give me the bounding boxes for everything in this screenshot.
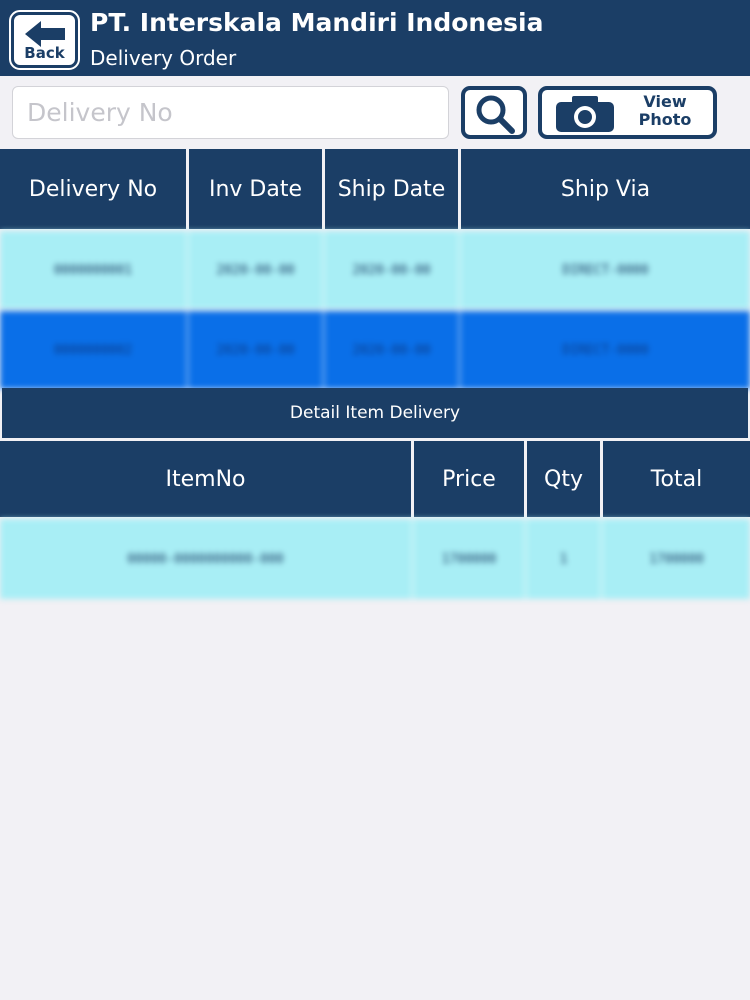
column-header-price: Price xyxy=(414,441,524,517)
detail-item-delivery-title: Detail Item Delivery xyxy=(2,388,748,438)
view-photo-button[interactable]: View Photo xyxy=(538,86,717,139)
cell-delivery-no: 0000000001 xyxy=(53,262,133,278)
back-button[interactable]: Back xyxy=(9,10,80,70)
cell-ship-date: 2020-00-00 xyxy=(352,262,431,278)
cell-inv-date: 2020-00-00 xyxy=(216,262,295,278)
search-icon xyxy=(476,95,515,134)
cell-total: 1700000 xyxy=(649,551,704,567)
camera-icon xyxy=(556,96,614,132)
cell-itemno: 00000-0000000000-000 xyxy=(127,551,284,567)
table-row[interactable]: 0000000001 2020-00-00 2020-00-00 DIRECT-… xyxy=(0,231,750,309)
column-header-itemno: ItemNo xyxy=(0,441,411,517)
cell-qty: 1 xyxy=(559,551,568,567)
cell-price: 1700000 xyxy=(441,551,497,567)
column-header-qty: Qty xyxy=(527,441,600,517)
column-header-delivery-no: Delivery No xyxy=(0,149,186,229)
screen-title: Delivery Order xyxy=(90,46,237,70)
column-header-inv-date: Inv Date xyxy=(189,149,322,229)
back-button-label: Back xyxy=(24,44,65,62)
column-header-ship-via: Ship Via xyxy=(461,149,750,229)
table-row-selected[interactable]: 0000000002 2020-00-00 2020-00-00 DIRECT-… xyxy=(0,311,750,389)
company-name: PT. Interskala Mandiri Indonesia xyxy=(90,8,544,37)
delivery-no-search-input[interactable] xyxy=(12,86,449,139)
cell-inv-date: 2020-00-00 xyxy=(216,342,295,358)
search-button[interactable] xyxy=(461,86,527,139)
column-header-total: Total xyxy=(603,441,750,517)
item-table-row[interactable]: 00000-0000000000-000 1700000 1 1700000 xyxy=(0,519,750,599)
cell-delivery-no: 0000000002 xyxy=(53,342,133,358)
cell-ship-via: DIRECT-0000 xyxy=(562,262,649,278)
cell-ship-date: 2020-00-00 xyxy=(352,342,431,358)
column-header-ship-date: Ship Date xyxy=(325,149,458,229)
cell-ship-via: DIRECT-0000 xyxy=(562,342,649,358)
view-photo-label: View Photo xyxy=(638,92,692,129)
